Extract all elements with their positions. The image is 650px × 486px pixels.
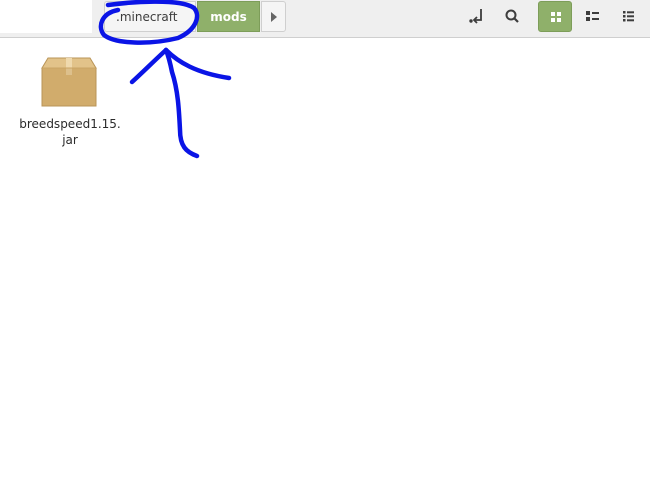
location-toggle-icon bbox=[469, 9, 482, 24]
list-view-icon bbox=[586, 11, 599, 21]
annotation-arrow-shaft bbox=[163, 47, 200, 159]
breadcrumb-mods-label: mods bbox=[210, 10, 247, 24]
grid-view-icon bbox=[551, 12, 561, 22]
search-button[interactable] bbox=[495, 1, 529, 32]
file-item[interactable]: breedspeed1.15. jar bbox=[14, 52, 126, 152]
file-name-label: breedspeed1.15. jar bbox=[14, 116, 126, 148]
annotation-arrow-head-left bbox=[129, 47, 169, 85]
annotation-arrow-head-right bbox=[163, 47, 232, 81]
toolbar: .minecraft mods bbox=[0, 0, 650, 38]
breadcrumb-mods[interactable]: mods bbox=[197, 1, 260, 32]
file-name-line2: jar bbox=[62, 133, 78, 147]
grid-view-button[interactable] bbox=[538, 1, 572, 32]
chevron-right-icon bbox=[271, 12, 277, 22]
breadcrumb-minecraft[interactable]: .minecraft bbox=[104, 1, 196, 32]
breadcrumb-minecraft-label: .minecraft bbox=[116, 10, 178, 24]
file-name-line1: breedspeed1.15. bbox=[19, 117, 121, 131]
toggle-location-entry-button[interactable] bbox=[460, 1, 494, 32]
compact-view-icon bbox=[623, 11, 634, 22]
breadcrumb-next-button[interactable] bbox=[261, 1, 286, 32]
file-manager-window: .minecraft mods breedspeed1.15. jar bbox=[0, 0, 650, 486]
search-icon bbox=[505, 9, 519, 23]
compact-view-button[interactable] bbox=[612, 1, 646, 32]
package-icon bbox=[41, 57, 97, 107]
toolbar-blank-area bbox=[0, 0, 92, 33]
list-view-button[interactable] bbox=[575, 1, 609, 32]
